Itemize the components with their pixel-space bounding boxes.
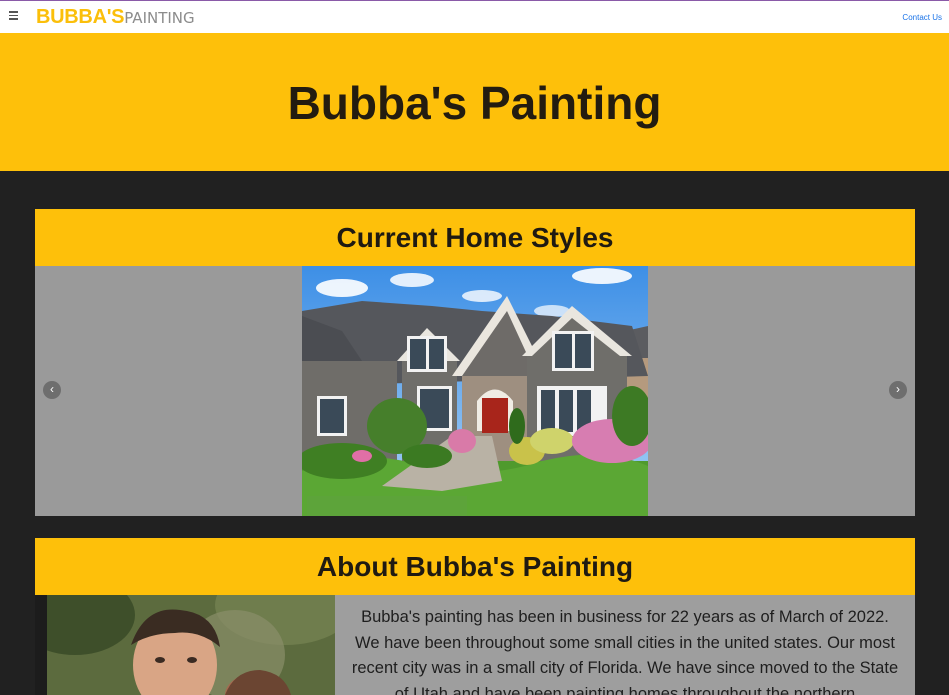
brand-name-light: PAINTING <box>124 9 195 27</box>
about-title: About Bubba's Painting <box>316 551 634 582</box>
carousel-prev-button[interactable]: ‹ <box>43 381 61 399</box>
hero-banner: Bubba's Painting <box>0 33 949 171</box>
about-content: Bubba's painting has been in business fo… <box>35 595 915 695</box>
contact-us-link[interactable]: Contact Us <box>902 13 942 22</box>
about-description: Bubba's painting has been in business fo… <box>351 608 899 695</box>
brand-name-bold: BUBBA'S <box>36 6 125 28</box>
top-nav: BUBBA'SPAINTING Contact Us <box>0 0 949 33</box>
carousel-next-button[interactable]: › <box>889 381 907 399</box>
hamburger-icon[interactable] <box>9 11 19 23</box>
home-styles-title: Current Home Styles <box>336 222 614 253</box>
home-styles-carousel: ‹ › <box>35 266 915 516</box>
house-photo <box>302 266 648 516</box>
page-title: Bubba's Painting <box>287 77 662 129</box>
home-styles-header: Current Home Styles <box>35 209 915 266</box>
owner-photo <box>35 595 335 695</box>
chevron-right-icon: › <box>896 382 900 396</box>
brand-logo[interactable]: BUBBA'SPAINTING <box>36 6 195 30</box>
about-header: About Bubba's Painting <box>35 538 915 595</box>
chevron-left-icon: ‹ <box>50 382 54 396</box>
